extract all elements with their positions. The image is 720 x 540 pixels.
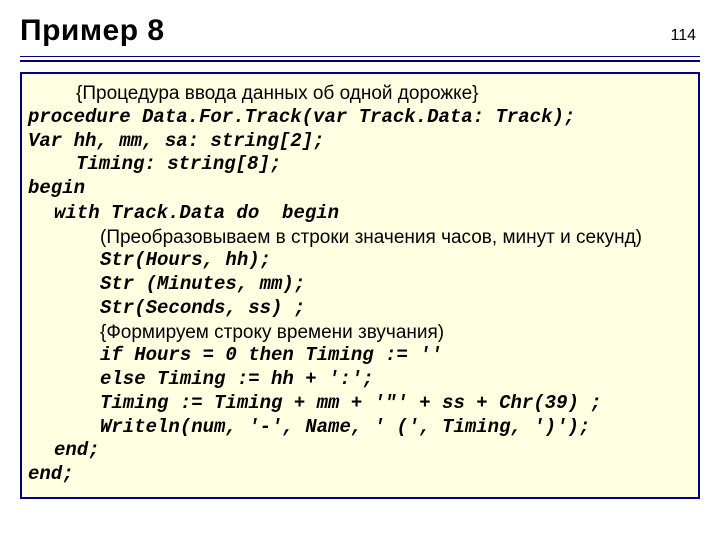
header-row: Пример 8 114 [20, 14, 700, 48]
code-line: Writeln(num, '-', Name, ' (', Timing, ')… [28, 416, 692, 440]
code-line: if Hours = 0 then Timing := '' [28, 344, 692, 368]
code-line: Str(Hours, hh); [28, 249, 692, 273]
page-number: 114 [670, 27, 700, 45]
code-line: with Track.Data do begin [28, 201, 692, 226]
code-line: begin [28, 177, 692, 201]
code-line: {Процедура ввода данных об одной дорожке… [28, 82, 692, 106]
code-line: end; [28, 439, 692, 463]
code-line: end; [28, 463, 692, 487]
code-line: (Преобразовываем в строки значения часов… [28, 226, 692, 250]
code-line: procedure Data.For.Track(var Track.Data:… [28, 106, 692, 130]
code-span: with Track.Data do [54, 202, 259, 224]
code-span [259, 202, 282, 224]
code-line: Timing: string[8]; [28, 153, 692, 177]
code-line: Str (Minutes, mm); [28, 273, 692, 297]
title-underline [20, 56, 700, 62]
slide: Пример 8 114 {Процедура ввода данных об … [0, 0, 720, 540]
code-block: {Процедура ввода данных об одной дорожке… [20, 72, 700, 499]
code-line: Str(Seconds, ss) ; [28, 297, 692, 321]
code-line: {Формируем строку времени звучания) [28, 321, 692, 345]
code-span: begin [282, 202, 339, 224]
code-line: Timing := Timing + mm + '"' + ss + Chr(3… [28, 392, 692, 416]
page-title: Пример 8 [20, 14, 165, 48]
code-line: Var hh, mm, sa: string[2]; [28, 130, 692, 154]
code-line: else Timing := hh + ':'; [28, 368, 692, 392]
